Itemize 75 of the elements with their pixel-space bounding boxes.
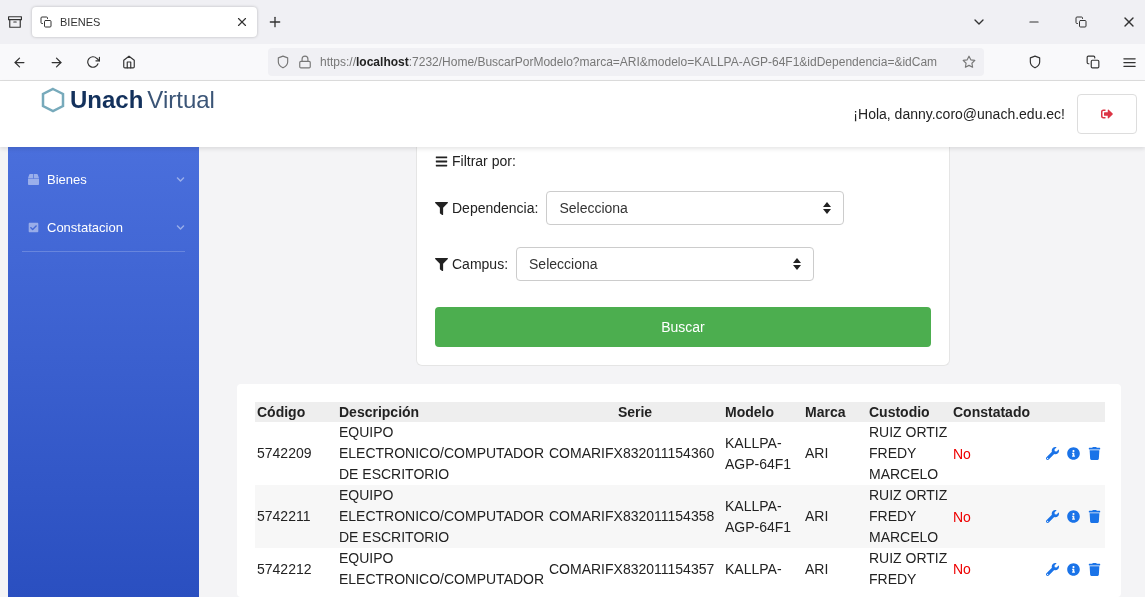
browser-tab[interactable]: BIENES <box>32 7 257 37</box>
home-icon[interactable] <box>122 55 136 69</box>
table-cell: ARI <box>803 485 867 548</box>
back-icon[interactable] <box>12 54 27 70</box>
table-cell: RUIZ ORTIZ FREDY MARCELO <box>867 485 951 548</box>
field-label: Dependencia: <box>452 200 539 216</box>
trash-icon[interactable] <box>1088 510 1101 523</box>
trash-icon[interactable] <box>1088 447 1101 460</box>
close-icon[interactable] <box>235 15 249 29</box>
table-cell: No <box>951 485 1038 548</box>
table-cell: 5742212 <box>255 548 337 590</box>
column-header: Serie <box>547 402 723 422</box>
greeting-text: ¡Hola, danny.coro@unach.edu.ec! <box>853 106 1065 122</box>
sidebar-item[interactable]: Bienes <box>22 155 185 203</box>
menu-icon <box>435 154 448 168</box>
restore-icon[interactable] <box>1075 16 1087 28</box>
plus-icon[interactable] <box>267 14 283 30</box>
table-cell: COMARIFX832011154357 <box>547 548 723 590</box>
table-cell: COMARIFX832011154358 <box>547 485 723 548</box>
wrench-icon[interactable] <box>1046 562 1059 576</box>
table-cell: No <box>951 548 1038 590</box>
shield-icon <box>276 55 290 69</box>
table-cell: EQUIPO ELECTRONICO/COMPUTADOR DE ESCRITORIO <box>337 422 547 485</box>
info-icon[interactable] <box>1067 562 1080 576</box>
table-cell: KALLPA- <box>723 548 803 590</box>
table-cell: EQUIPO ELECTRONICO/COMPUTADOR DE ESCRITORIO <box>337 485 547 548</box>
logo-text: Unach <box>70 86 144 114</box>
up-down-arrows-icon <box>793 258 802 270</box>
logo-icon <box>40 87 66 113</box>
column-header: Modelo <box>723 402 803 422</box>
filter-icon <box>435 201 448 215</box>
tab-title: BIENES <box>60 16 102 28</box>
forward-icon[interactable] <box>49 54 64 70</box>
filter-icon <box>435 257 448 271</box>
table-cell: 5742209 <box>255 422 337 485</box>
logo-subtext: Virtual <box>147 86 215 114</box>
select-field[interactable]: Selecciona <box>546 191 845 225</box>
info-icon[interactable] <box>1067 447 1080 460</box>
table-cell: KALLPA-AGP-64F1 <box>723 422 803 485</box>
column-header: Constatado <box>951 402 1038 422</box>
table-cell: COMARIFX832011154360 <box>547 422 723 485</box>
tab-list-icon[interactable] <box>8 15 22 29</box>
filter-title: Filtrar por: <box>452 153 516 169</box>
star-icon[interactable] <box>962 55 976 69</box>
table-cell: No <box>951 422 1038 485</box>
table-cell: KALLPA-AGP-64F1 <box>723 485 803 548</box>
wrench-icon[interactable] <box>1046 447 1059 460</box>
logout-button[interactable] <box>1077 94 1137 134</box>
page-icon <box>40 16 52 28</box>
table-cell: ARI <box>803 422 867 485</box>
trash-icon[interactable] <box>1088 562 1101 576</box>
table-cell: ARI <box>803 548 867 590</box>
column-header: Código <box>255 402 337 422</box>
sidebar-item[interactable]: Constatacion <box>22 203 185 252</box>
column-header: Marca <box>803 402 867 422</box>
column-header: Custodio <box>867 402 951 422</box>
chevron-down-icon <box>176 222 185 232</box>
wrench-icon[interactable] <box>1046 510 1059 523</box>
select-field[interactable]: Selecciona <box>516 247 815 281</box>
table-cell: EQUIPO ELECTRONICO/COMPUTADOR <box>337 548 547 590</box>
table-cell: 5742211 <box>255 485 337 548</box>
chevron-down-icon <box>176 174 185 184</box>
column-header: Descripción <box>337 402 547 422</box>
info-icon[interactable] <box>1067 510 1080 523</box>
box-icon <box>28 173 39 185</box>
up-down-arrows-icon <box>823 202 832 214</box>
field-label: Campus: <box>452 256 509 272</box>
logout-icon <box>1101 108 1113 120</box>
table-cell: RUIZ ORTIZ FREDY MARCELO <box>867 422 951 485</box>
reload-icon[interactable] <box>86 55 100 69</box>
table-cell: RUIZ ORTIZ FREDY <box>867 548 951 590</box>
address-bar[interactable]: https://localhost:7232/Home/BuscarPorModelo?marca=ARI&modelo=KALLPA-AGP-64F1&idDependencia=&idCam <box>268 48 984 76</box>
lock-icon <box>298 55 312 69</box>
url-text: https://localhost:7232/Home/BuscarPorModelo?marca=ARI&modelo=KALLPA-AGP-64F1&idDependencia=&idCam <box>320 55 939 69</box>
checkbox-icon <box>28 221 39 233</box>
